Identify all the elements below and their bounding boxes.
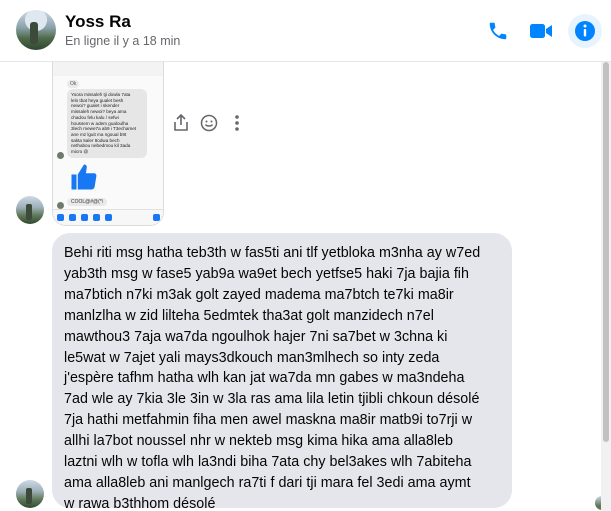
contact-avatar[interactable]	[16, 10, 56, 50]
conversation-header: Yoss Ra En ligne il y a 18 min	[0, 0, 611, 62]
scrollbar-thumb[interactable]	[603, 62, 609, 442]
video-camera-icon[interactable]	[528, 18, 554, 44]
mini-avatar	[57, 152, 64, 159]
share-icon[interactable]	[172, 114, 190, 132]
thumbs-up-icon	[69, 162, 99, 197]
message-actions	[172, 114, 246, 132]
info-icon[interactable]	[568, 14, 602, 48]
message-bubble[interactable]: Behi riti msg hatha teb3th w fas5ti ani …	[52, 233, 512, 511]
mini-avatar	[57, 202, 64, 209]
emoji-icon[interactable]	[200, 114, 218, 132]
image-attachment[interactable]: Ok Yoora missaleh tji dowla 7ata lelo tb…	[52, 62, 164, 226]
sender-avatar[interactable]	[16, 196, 44, 224]
phone-icon[interactable]	[485, 18, 511, 44]
mini-compose-bar	[53, 209, 163, 225]
mini-ok-message: Ok	[67, 80, 80, 88]
scrollbar[interactable]	[601, 62, 611, 511]
mini-status-bar	[53, 62, 163, 76]
more-icon[interactable]	[228, 114, 246, 132]
sender-avatar[interactable]	[16, 480, 44, 508]
contact-status: En ligne il y a 18 min	[65, 34, 181, 48]
contact-name[interactable]: Yoss Ra	[65, 12, 131, 32]
mini-reply-message: COOL@#@(*\	[67, 198, 108, 206]
mini-message-text: Yoora missaleh tji dowla 7ata lelo tbat …	[67, 89, 147, 158]
message-text: Behi riti msg hatha teb3th w fas5ti ani …	[64, 245, 481, 511]
